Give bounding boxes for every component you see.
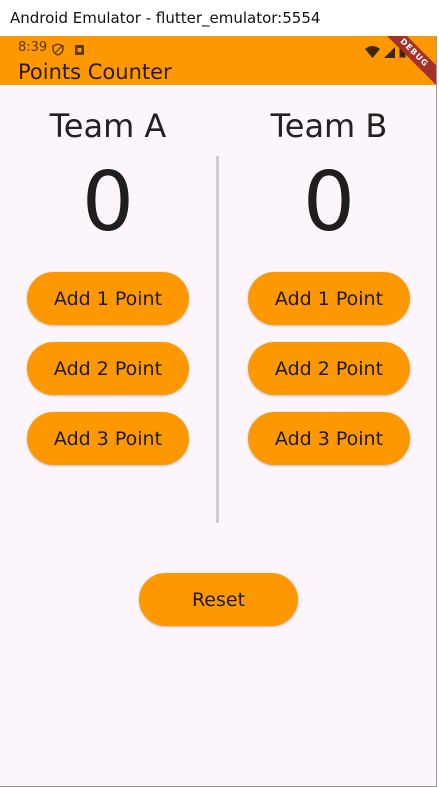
team-b-name: Team B (270, 107, 388, 145)
app-bar: 8:39 Points Counter DEBUG (0, 36, 436, 85)
device-screen: 8:39 Points Counter DEBUG Team A 0 Add 1… (0, 36, 437, 787)
wifi-icon (365, 43, 380, 62)
status-left-icons (52, 41, 85, 60)
team-a-score: 0 (81, 155, 135, 250)
reset-button[interactable]: Reset (139, 573, 298, 626)
team-a-add-3-button[interactable]: Add 3 Point (27, 412, 189, 465)
emulator-window-title: Android Emulator - flutter_emulator:5554 (0, 0, 439, 36)
team-a-buttons: Add 1 Point Add 2 Point Add 3 Point (18, 272, 198, 465)
team-b-score: 0 (302, 155, 356, 250)
team-b-column: Team B 0 Add 1 Point Add 2 Point Add 3 P… (239, 106, 419, 465)
team-a-column: Team A 0 Add 1 Point Add 2 Point Add 3 P… (18, 106, 198, 465)
app-bar-title: Points Counter (18, 60, 172, 84)
team-a-name: Team A (49, 107, 167, 145)
status-time: 8:39 (18, 40, 48, 55)
team-a-add-2-button[interactable]: Add 2 Point (27, 342, 189, 395)
team-b-add-3-button[interactable]: Add 3 Point (248, 412, 410, 465)
team-b-add-2-button[interactable]: Add 2 Point (248, 342, 410, 395)
shield-icon (52, 41, 64, 60)
team-b-buttons: Add 1 Point Add 2 Point Add 3 Point (239, 272, 419, 465)
team-b-add-1-button[interactable]: Add 1 Point (248, 272, 410, 325)
signal-icon (384, 43, 395, 62)
sim-icon (74, 41, 85, 60)
vertical-divider (216, 156, 219, 523)
team-a-add-1-button[interactable]: Add 1 Point (27, 272, 189, 325)
